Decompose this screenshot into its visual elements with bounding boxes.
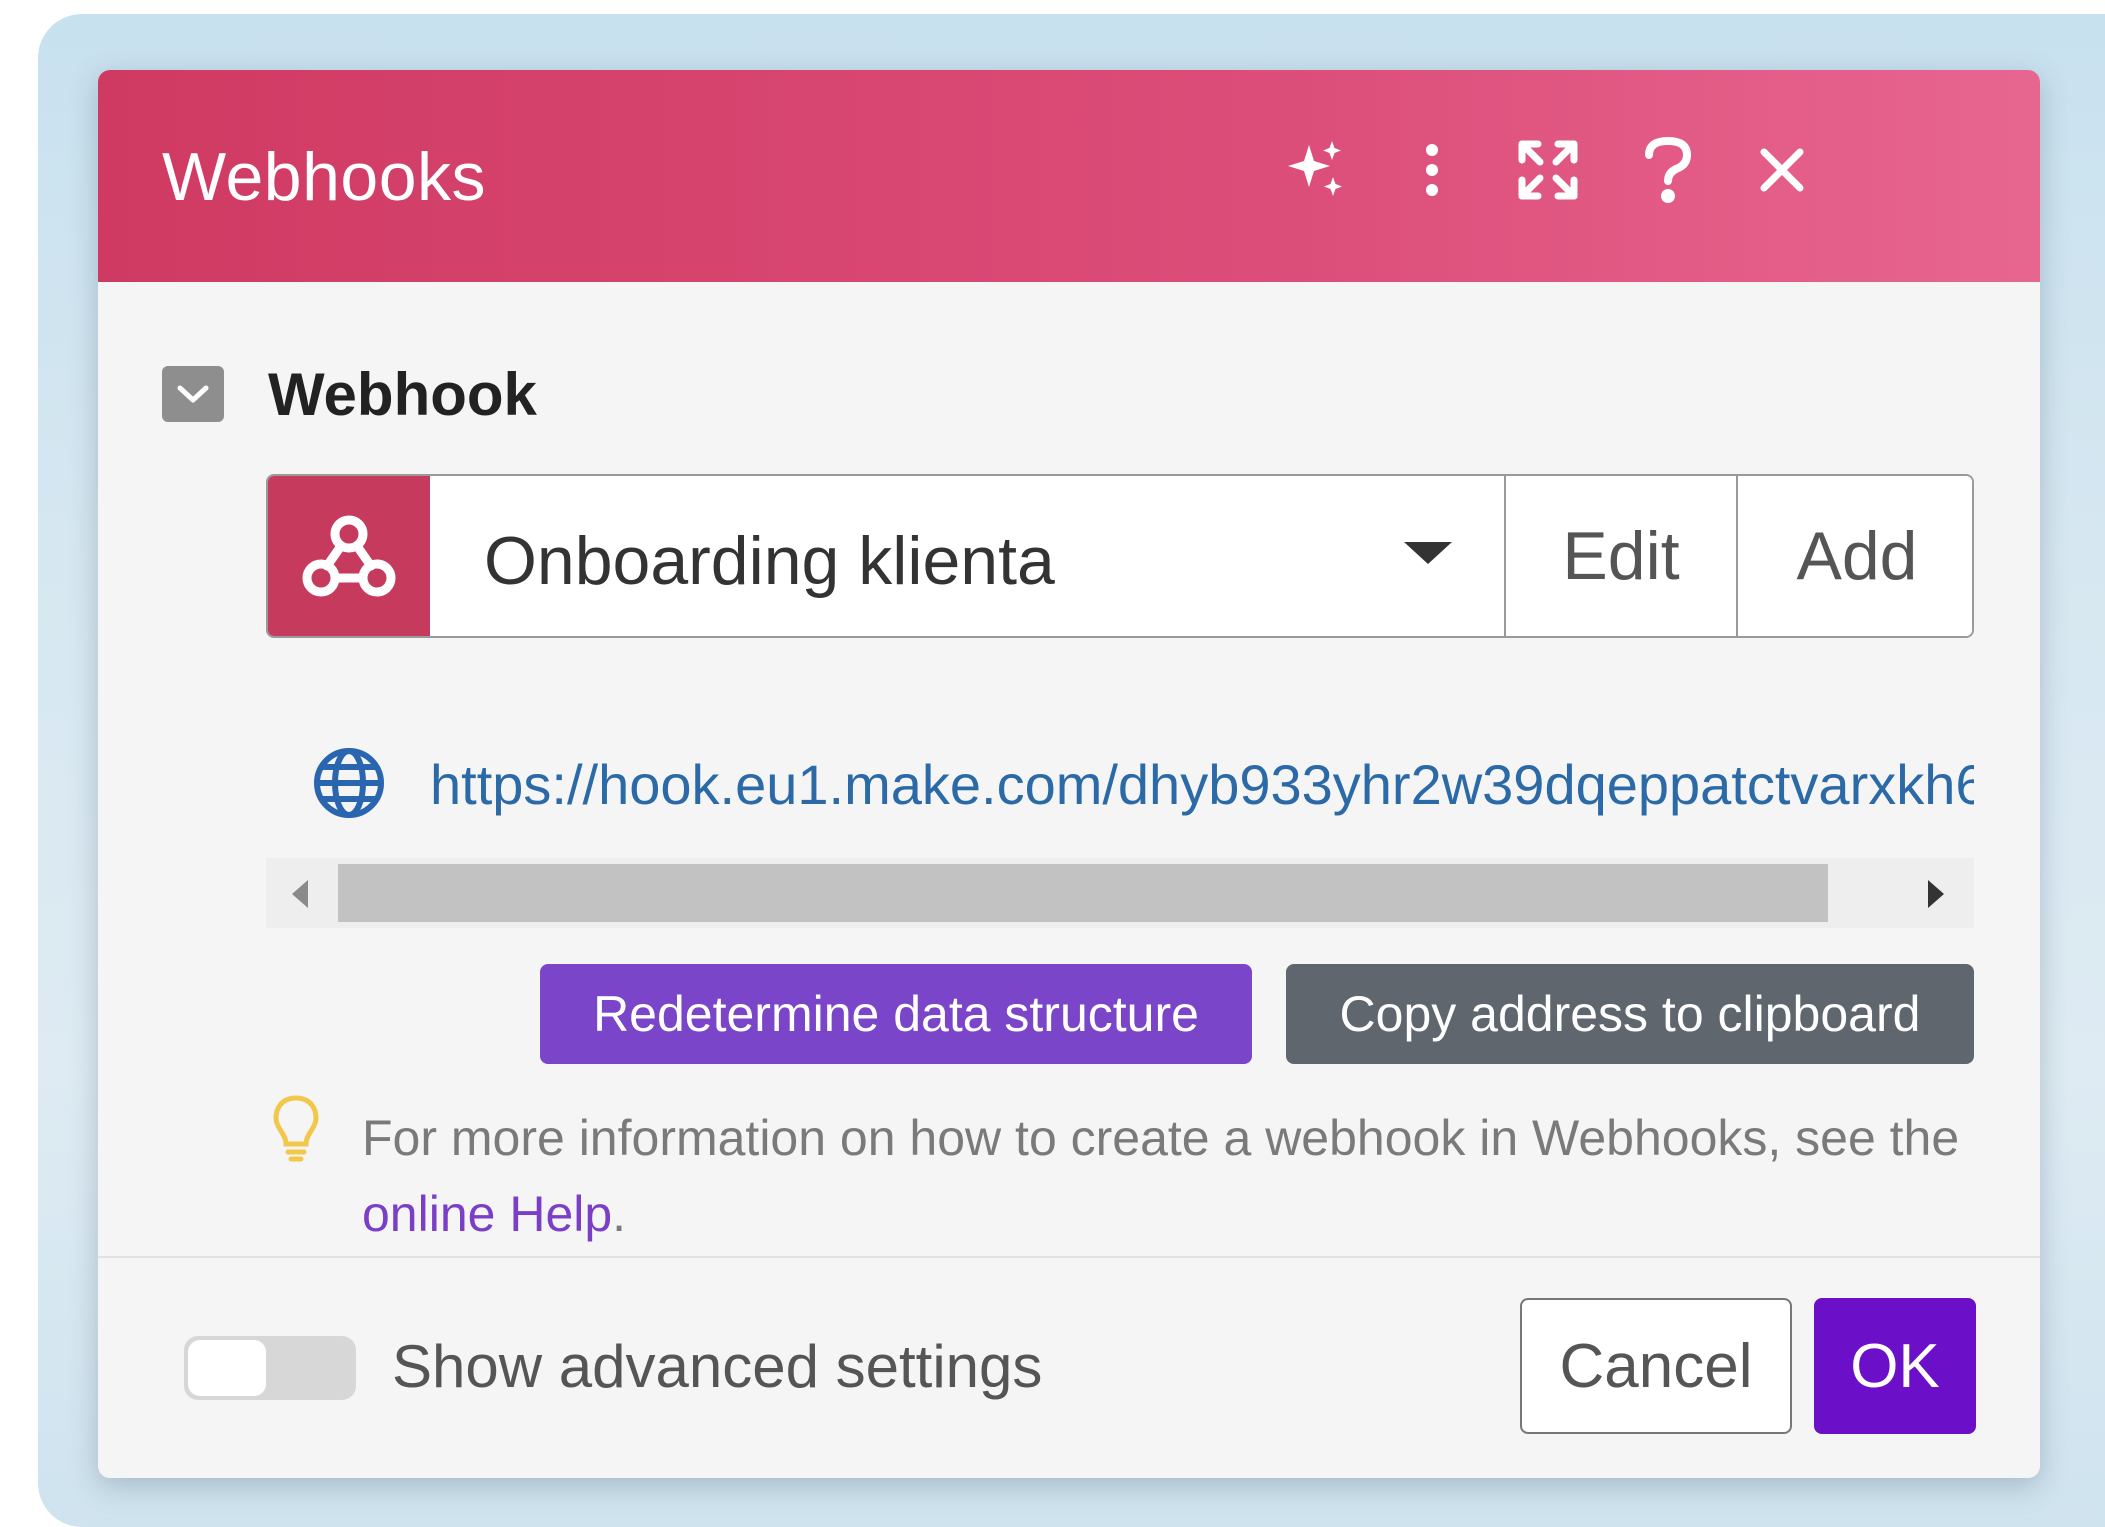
url-horizontal-scrollbar[interactable] (266, 858, 1974, 928)
scroll-right-arrow-icon[interactable] (1928, 880, 1944, 908)
redetermine-data-structure-button[interactable]: Redetermine data structure (540, 964, 1252, 1064)
webhook-selector: Onboarding klienta Edit Add (266, 474, 1974, 638)
webhook-url-row: https://hook.eu1.make.com/dhyb933yhr2w39… (312, 742, 1974, 822)
close-icon[interactable] (1742, 130, 1822, 210)
scroll-left-arrow-icon[interactable] (292, 880, 308, 908)
help-hint: For more information on how to create a … (362, 1100, 1982, 1252)
dialog-title: Webhooks (162, 139, 487, 215)
hint-text-suffix: . (612, 1186, 627, 1242)
cancel-button[interactable]: Cancel (1520, 1298, 1792, 1434)
expand-icon[interactable] (1508, 130, 1588, 210)
footer-divider (98, 1256, 2040, 1258)
webhook-url[interactable]: https://hook.eu1.make.com/dhyb933yhr2w39… (430, 752, 1974, 817)
toggle-knob (188, 1340, 266, 1396)
edit-webhook-button[interactable]: Edit (1504, 476, 1736, 636)
ok-button[interactable]: OK (1814, 1298, 1976, 1434)
advanced-settings-label: Show advanced settings (392, 1333, 1043, 1400)
advanced-settings-toggle[interactable] (184, 1336, 356, 1400)
more-vertical-icon[interactable] (1392, 130, 1472, 210)
webhook-select[interactable]: Onboarding klienta (430, 476, 1504, 636)
scrollbar-thumb[interactable] (338, 864, 1828, 922)
add-webhook-button[interactable]: Add (1736, 476, 1972, 636)
globe-icon (314, 748, 384, 818)
chevron-down-icon (1404, 542, 1452, 564)
help-icon[interactable] (1628, 130, 1708, 210)
webhooks-dialog: Webhooks Webhook Onboarding klienta Edit… (98, 70, 2040, 1478)
section-collapse-toggle[interactable] (162, 366, 224, 422)
section-title: Webhook (268, 361, 537, 428)
webhook-app-icon (268, 476, 430, 636)
dialog-header: Webhooks (98, 70, 2040, 282)
sparkle-icon[interactable] (1276, 130, 1356, 210)
lightbulb-icon (273, 1095, 319, 1162)
hint-text-prefix: For more information on how to create a … (362, 1110, 1960, 1166)
copy-address-button[interactable]: Copy address to clipboard (1286, 964, 1974, 1064)
online-help-link[interactable]: online Help (362, 1186, 612, 1242)
webhook-select-value: Onboarding klienta (484, 523, 1055, 599)
